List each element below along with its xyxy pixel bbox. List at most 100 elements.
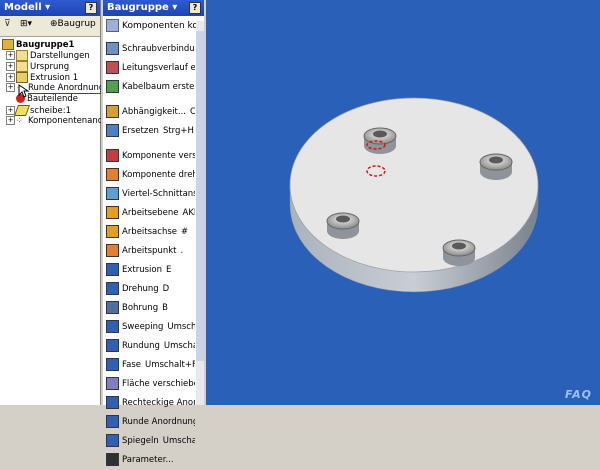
browser-options-icon[interactable]: ⊞▾ [20,19,32,29]
copy-components-label: Komponenten kopie [122,21,196,31]
tool-label: Komponente drehe [122,170,195,180]
assembly-tool-list: Schraubverbindung Leitungsverlauf ers Kabe… [103,40,195,470]
scrollbar-thumb[interactable] [196,31,204,361]
scrollbar[interactable] [196,21,204,405]
folder-icon [16,50,28,61]
tool-item[interactable]: Leitungsverlauf ers [103,59,195,78]
tool-icon [106,415,119,428]
tool-icon [106,225,119,238]
tool-label: Arbeitsachse [122,227,177,237]
tree-item-bauteilende[interactable]: Bauteilende [0,94,100,105]
tree-item-runde-anordnung[interactable]: +⁘Runde Anordnung [0,83,105,94]
tool-item[interactable]: Parameter... [103,451,195,470]
tool-shortcut: AKL [182,208,195,218]
tool-icon [106,282,119,295]
tool-label: Fläche verschieben [122,379,195,389]
assembly-top-item[interactable]: Komponenten kopie [103,16,204,36]
tool-icon [106,124,119,137]
help-icon[interactable]: ? [85,2,97,14]
tool-shortcut: Umschalt+F [144,360,195,370]
tool-item[interactable]: ArbeitsebeneAKL [103,204,195,223]
tool-label: Arbeitspunkt [122,246,177,256]
tool-item[interactable]: Extrusion E [103,261,195,280]
tool-icon [106,206,119,219]
tool-icon [106,339,119,352]
tool-item[interactable]: Arbeitsachse # [103,223,195,242]
tool-label: Schraubverbindung [122,44,195,54]
tool-item[interactable]: Rundung Umscha [103,337,195,356]
expand-icon[interactable]: + [6,83,15,92]
tool-icon [106,168,119,181]
tool-item[interactable]: Viertel-Schnittansic [103,185,195,204]
expand-icon[interactable]: + [6,73,15,82]
tool-item[interactable]: Arbeitspunkt. [103,242,195,261]
tool-item[interactable]: Abhängigkeit... C [103,103,195,122]
tree-item-label: Runde Anordnung [28,83,105,94]
screw-head[interactable] [479,153,513,180]
tool-label: Komponente versch [122,151,195,161]
tool-label: Fase [122,360,141,370]
tree-item-darstellungen[interactable]: + Darstellungen [0,50,100,61]
assembly-panel-title[interactable]: Baugruppe ▾ ? [103,0,204,16]
tool-item[interactable]: Kabelbaum erstelle [103,78,195,97]
tool-icon [106,80,119,93]
screw-head[interactable] [442,239,476,266]
assembly-icon [2,39,14,50]
tool-icon [106,244,119,257]
tool-label: Ersetzen [122,126,159,136]
tool-item[interactable]: Fläche verschieben [103,375,195,394]
tool-icon [106,42,119,55]
tool-shortcut: B [162,303,168,313]
copy-components-item: Komponenten kopie [106,19,196,32]
disc-part[interactable] [289,97,539,293]
tree-item-label: Darstellungen [30,51,90,61]
tree-item-label: Bauteilende [27,94,78,104]
assembly-mode-label: Baugrup [57,19,96,29]
tool-item[interactable]: Rechteckige Anordn [103,394,195,413]
tree-item-komponentenanordnung[interactable]: + ⁘ Komponentenanor [0,116,106,127]
part-icon [13,105,31,116]
tool-label: Sweeping [122,322,164,332]
tool-item[interactable]: Komponente versch [103,147,195,166]
filter-icon[interactable]: ⊽ [4,19,11,29]
model-browser-panel: Modell ▾ ? ⊽ ⊞▾ ⊕Baugrup Baugruppe1 + Dar… [0,0,106,405]
chevron-down-icon: ▾ [172,2,178,13]
tree-item-label: Komponentenanor [28,116,107,126]
tool-item[interactable]: Bohrung B [103,299,195,318]
tool-shortcut: Umschal [162,436,195,446]
tool-icon [106,187,119,200]
graphics-viewport[interactable]: FAQ [206,0,600,405]
tool-item[interactable]: Drehung D [103,280,195,299]
tool-item[interactable]: Fase Umschalt+F [103,356,195,375]
tool-item[interactable]: Runde Anordnung [103,413,195,432]
tree-item-label: Ursprung [30,62,70,72]
tool-icon [106,434,119,447]
tool-shortcut: Strg+H [162,126,194,136]
tree-item-scheibe[interactable]: + scheibe:1 [0,105,100,116]
tree-item-root[interactable]: Baugruppe1 [0,39,100,50]
folder-icon [16,61,28,72]
tool-item[interactable]: SweepingUmschal [103,318,195,337]
tool-item[interactable]: Komponente drehe [103,166,195,185]
pattern-icon: ⁘ [16,116,23,125]
tool-shortcut: C [190,107,195,117]
expand-icon[interactable]: + [6,116,15,125]
tool-item[interactable]: SpiegelnUmschal [103,432,195,451]
assembly-panel-bar: Baugruppe ▾ ? Komponenten kopie Schraubv… [103,0,204,466]
screw-head[interactable] [326,212,360,239]
tool-label: Leitungsverlauf ers [122,63,195,73]
tool-label: Extrusion [122,265,162,275]
help-icon[interactable]: ? [189,2,201,14]
tool-item[interactable]: Schraubverbindung [103,40,195,59]
tree-item-extrusion[interactable]: + Extrusion 1 [0,72,100,83]
tree-item-ursprung[interactable]: + Ursprung [0,61,100,72]
tool-icon [106,263,119,276]
tool-icon [106,149,119,162]
watermark: FAQ [565,388,592,401]
assembly-mode-button[interactable]: ⊕Baugrup [50,19,96,29]
tool-icon [106,453,119,466]
expand-icon[interactable]: + [6,62,15,71]
tool-item[interactable]: Ersetzen Strg+H [103,122,195,141]
model-browser-title[interactable]: Modell ▾ ? [0,0,100,16]
expand-icon[interactable]: + [6,51,15,60]
